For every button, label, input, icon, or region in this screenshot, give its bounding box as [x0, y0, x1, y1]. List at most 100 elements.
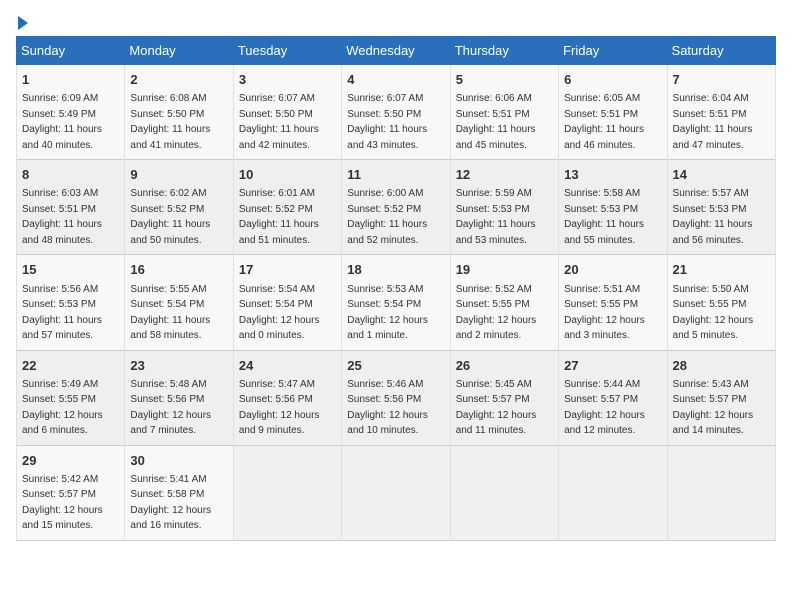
day-number: 2	[130, 71, 227, 89]
day-number: 16	[130, 261, 227, 279]
calendar-day-cell: 22 Sunrise: 5:49 AM Sunset: 5:55 PM Dayli…	[17, 350, 125, 445]
day-info: Sunrise: 5:45 AM Sunset: 5:57 PM Dayligh…	[456, 379, 537, 437]
day-number: 7	[673, 71, 770, 89]
day-number: 10	[239, 166, 336, 184]
day-number: 19	[456, 261, 553, 279]
weekday-header-friday: Friday	[559, 37, 667, 65]
calendar-week-row: 15Sunrise: 5:56 AM Sunset: 5:53 PM Dayli…	[17, 255, 776, 350]
day-info: Sunrise: 5:52 AM Sunset: 5:55 PM Dayligh…	[456, 284, 537, 342]
day-info: Sunrise: 5:42 AM Sunset: 5:57 PM Dayligh…	[22, 474, 103, 532]
day-info: Sunrise: 5:47 AM Sunset: 5:56 PM Dayligh…	[239, 379, 320, 437]
logo-arrow-icon	[18, 16, 28, 30]
weekday-header-sunday: Sunday	[17, 37, 125, 65]
calendar-day-cell: 12Sunrise: 5:59 AM Sunset: 5:53 PM Dayli…	[450, 160, 558, 255]
logo	[16, 16, 28, 30]
day-info: Sunrise: 6:03 AM Sunset: 5:51 PM Dayligh…	[22, 188, 102, 246]
day-number: 4	[347, 71, 444, 89]
day-number: 8	[22, 166, 119, 184]
empty-cell	[342, 445, 450, 540]
calendar-day-cell: 18 Sunrise: 5:53 AM Sunset: 5:54 PM Dayli…	[342, 255, 450, 350]
calendar-day-cell: 1 Sunrise: 6:09 AM Sunset: 5:49 PM Daylig…	[17, 65, 125, 160]
day-number: 23	[130, 357, 227, 375]
day-info: Sunrise: 6:00 AM Sunset: 5:52 PM Dayligh…	[347, 188, 427, 246]
day-number: 12	[456, 166, 553, 184]
empty-cell	[667, 445, 775, 540]
calendar-day-cell: 29 Sunrise: 5:42 AM Sunset: 5:57 PM Dayli…	[17, 445, 125, 540]
calendar-day-cell: 6Sunrise: 6:05 AM Sunset: 5:51 PM Daylig…	[559, 65, 667, 160]
calendar-week-row: 29 Sunrise: 5:42 AM Sunset: 5:57 PM Dayli…	[17, 445, 776, 540]
calendar-week-row: 8 Sunrise: 6:03 AM Sunset: 5:51 PM Daylig…	[17, 160, 776, 255]
calendar-day-cell: 17 Sunrise: 5:54 AM Sunset: 5:54 PM Dayli…	[233, 255, 341, 350]
day-number: 3	[239, 71, 336, 89]
day-info: Sunrise: 6:09 AM Sunset: 5:49 PM Dayligh…	[22, 93, 102, 151]
day-info: Sunrise: 5:51 AM Sunset: 5:55 PM Dayligh…	[564, 284, 645, 342]
calendar-day-cell: 28 Sunrise: 5:43 AM Sunset: 5:57 PM Dayli…	[667, 350, 775, 445]
day-number: 21	[673, 261, 770, 279]
day-number: 14	[673, 166, 770, 184]
day-info: Sunrise: 6:06 AM Sunset: 5:51 PM Dayligh…	[456, 93, 536, 151]
day-info: Sunrise: 5:55 AM Sunset: 5:54 PM Dayligh…	[130, 284, 210, 342]
day-info: Sunrise: 5:57 AM Sunset: 5:53 PM Dayligh…	[673, 188, 753, 246]
day-info: Sunrise: 6:02 AM Sunset: 5:52 PM Dayligh…	[130, 188, 210, 246]
day-info: Sunrise: 5:43 AM Sunset: 5:57 PM Dayligh…	[673, 379, 754, 437]
day-number: 27	[564, 357, 661, 375]
calendar-day-cell: 3Sunrise: 6:07 AM Sunset: 5:50 PM Daylig…	[233, 65, 341, 160]
day-number: 26	[456, 357, 553, 375]
day-info: Sunrise: 6:08 AM Sunset: 5:50 PM Dayligh…	[130, 93, 210, 151]
day-info: Sunrise: 5:56 AM Sunset: 5:53 PM Dayligh…	[22, 284, 102, 342]
weekday-header-thursday: Thursday	[450, 37, 558, 65]
empty-cell	[559, 445, 667, 540]
calendar-day-cell: 25 Sunrise: 5:46 AM Sunset: 5:56 PM Dayli…	[342, 350, 450, 445]
day-number: 20	[564, 261, 661, 279]
empty-cell	[233, 445, 341, 540]
calendar-day-cell: 11 Sunrise: 6:00 AM Sunset: 5:52 PM Dayli…	[342, 160, 450, 255]
calendar-day-cell: 2 Sunrise: 6:08 AM Sunset: 5:50 PM Daylig…	[125, 65, 233, 160]
day-number: 17	[239, 261, 336, 279]
day-number: 22	[22, 357, 119, 375]
weekday-header-monday: Monday	[125, 37, 233, 65]
day-info: Sunrise: 6:07 AM Sunset: 5:50 PM Dayligh…	[347, 93, 427, 151]
empty-cell	[450, 445, 558, 540]
weekday-header-tuesday: Tuesday	[233, 37, 341, 65]
day-info: Sunrise: 5:41 AM Sunset: 5:58 PM Dayligh…	[130, 474, 211, 532]
day-info: Sunrise: 5:58 AM Sunset: 5:53 PM Dayligh…	[564, 188, 644, 246]
day-info: Sunrise: 6:04 AM Sunset: 5:51 PM Dayligh…	[673, 93, 753, 151]
calendar-day-cell: 24 Sunrise: 5:47 AM Sunset: 5:56 PM Dayli…	[233, 350, 341, 445]
calendar-day-cell: 26 Sunrise: 5:45 AM Sunset: 5:57 PM Dayli…	[450, 350, 558, 445]
day-number: 1	[22, 71, 119, 89]
calendar-day-cell: 10 Sunrise: 6:01 AM Sunset: 5:52 PM Dayli…	[233, 160, 341, 255]
day-info: Sunrise: 6:05 AM Sunset: 5:51 PM Dayligh…	[564, 93, 644, 151]
day-number: 11	[347, 166, 444, 184]
calendar-day-cell: 20 Sunrise: 5:51 AM Sunset: 5:55 PM Dayli…	[559, 255, 667, 350]
day-number: 5	[456, 71, 553, 89]
day-number: 30	[130, 452, 227, 470]
page-header	[16, 16, 776, 30]
calendar-day-cell: 21 Sunrise: 5:50 AM Sunset: 5:55 PM Dayli…	[667, 255, 775, 350]
day-info: Sunrise: 5:53 AM Sunset: 5:54 PM Dayligh…	[347, 284, 428, 342]
day-number: 18	[347, 261, 444, 279]
calendar-day-cell: 9Sunrise: 6:02 AM Sunset: 5:52 PM Daylig…	[125, 160, 233, 255]
calendar-day-cell: 7 Sunrise: 6:04 AM Sunset: 5:51 PM Daylig…	[667, 65, 775, 160]
day-info: Sunrise: 5:46 AM Sunset: 5:56 PM Dayligh…	[347, 379, 428, 437]
calendar-day-cell: 23Sunrise: 5:48 AM Sunset: 5:56 PM Dayli…	[125, 350, 233, 445]
calendar-week-row: 22 Sunrise: 5:49 AM Sunset: 5:55 PM Dayli…	[17, 350, 776, 445]
day-number: 24	[239, 357, 336, 375]
calendar-day-cell: 4 Sunrise: 6:07 AM Sunset: 5:50 PM Daylig…	[342, 65, 450, 160]
day-info: Sunrise: 5:54 AM Sunset: 5:54 PM Dayligh…	[239, 284, 320, 342]
calendar-day-cell: 14 Sunrise: 5:57 AM Sunset: 5:53 PM Dayli…	[667, 160, 775, 255]
calendar-day-cell: 5 Sunrise: 6:06 AM Sunset: 5:51 PM Daylig…	[450, 65, 558, 160]
calendar-day-cell: 13Sunrise: 5:58 AM Sunset: 5:53 PM Dayli…	[559, 160, 667, 255]
day-info: Sunrise: 5:50 AM Sunset: 5:55 PM Dayligh…	[673, 284, 754, 342]
day-info: Sunrise: 5:49 AM Sunset: 5:55 PM Dayligh…	[22, 379, 103, 437]
calendar-day-cell: 16 Sunrise: 5:55 AM Sunset: 5:54 PM Dayli…	[125, 255, 233, 350]
calendar-day-cell: 27 Sunrise: 5:44 AM Sunset: 5:57 PM Dayli…	[559, 350, 667, 445]
calendar-week-row: 1 Sunrise: 6:09 AM Sunset: 5:49 PM Daylig…	[17, 65, 776, 160]
day-number: 29	[22, 452, 119, 470]
day-info: Sunrise: 6:01 AM Sunset: 5:52 PM Dayligh…	[239, 188, 319, 246]
calendar-day-cell: 30 Sunrise: 5:41 AM Sunset: 5:58 PM Dayli…	[125, 445, 233, 540]
day-number: 28	[673, 357, 770, 375]
day-number: 25	[347, 357, 444, 375]
weekday-header-row: SundayMondayTuesdayWednesdayThursdayFrid…	[17, 37, 776, 65]
calendar-table: SundayMondayTuesdayWednesdayThursdayFrid…	[16, 36, 776, 541]
day-info: Sunrise: 5:44 AM Sunset: 5:57 PM Dayligh…	[564, 379, 645, 437]
